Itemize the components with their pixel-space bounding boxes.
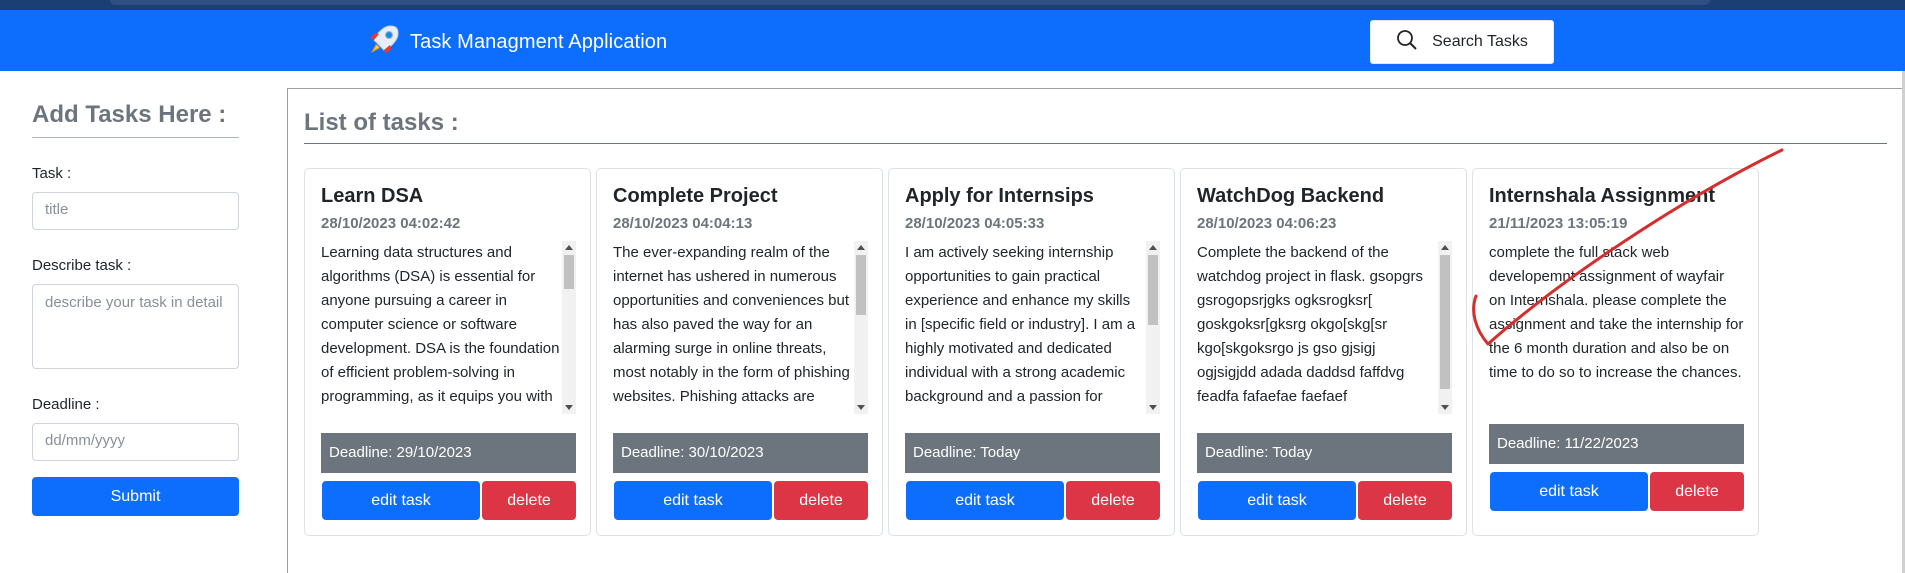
deadline-date-input[interactable]: dd/mm/yyyy bbox=[32, 423, 239, 461]
edit-task-button[interactable]: edit task bbox=[1490, 472, 1648, 511]
task-title: Complete Project bbox=[613, 185, 778, 207]
task-title: WatchDog Backend bbox=[1197, 185, 1385, 207]
delete-task-button[interactable]: delete bbox=[482, 481, 576, 520]
scrollbar-thumb[interactable] bbox=[1148, 255, 1158, 325]
add-task-heading: Add Tasks Here : bbox=[32, 101, 239, 138]
scroll-up-arrow-icon[interactable] bbox=[857, 245, 865, 250]
description-scrollbar[interactable] bbox=[1146, 241, 1160, 414]
task-description[interactable]: The ever-expanding realm of the internet… bbox=[613, 241, 868, 414]
add-task-form: Add Tasks Here : Task : title Describe t… bbox=[32, 101, 239, 516]
description-scrollbar[interactable] bbox=[562, 241, 576, 414]
description-scrollbar[interactable] bbox=[854, 241, 868, 414]
task-description[interactable]: Complete the backend of the watchdog pro… bbox=[1197, 241, 1452, 414]
task-description-textarea[interactable]: describe your task in detail bbox=[32, 284, 239, 369]
task-deadline: Deadline: 11/22/2023 bbox=[1489, 424, 1744, 464]
task-created-date: 28/10/2023 04:02:42 bbox=[321, 215, 461, 232]
scroll-down-arrow-icon[interactable] bbox=[1441, 405, 1449, 410]
task-deadline: Deadline: 30/10/2023 bbox=[613, 433, 868, 473]
delete-task-button[interactable]: delete bbox=[1066, 481, 1160, 520]
task-created-date: 28/10/2023 04:05:33 bbox=[905, 215, 1045, 232]
task-deadline: Deadline: Today bbox=[905, 433, 1160, 473]
brand-title: Task Managment Application bbox=[410, 30, 668, 53]
search-icon bbox=[1396, 29, 1418, 56]
scrollbar-thumb[interactable] bbox=[564, 255, 574, 289]
task-description[interactable]: Learning data structures and algorithms … bbox=[321, 241, 576, 414]
task-description-text: The ever-expanding realm of the internet… bbox=[613, 244, 850, 405]
task-created-date: 28/10/2023 04:06:23 bbox=[1197, 215, 1337, 232]
task-description-text: I am actively seeking internship opportu… bbox=[905, 244, 1136, 414]
task-card: WatchDog Backend 28/10/2023 04:06:23 Com… bbox=[1180, 168, 1467, 536]
scrollbar-thumb[interactable] bbox=[1440, 255, 1450, 389]
edit-task-button[interactable]: edit task bbox=[1198, 481, 1356, 520]
scroll-up-arrow-icon[interactable] bbox=[565, 245, 573, 250]
description-scrollbar[interactable] bbox=[1438, 241, 1452, 414]
rocket-icon bbox=[366, 22, 402, 63]
delete-task-button[interactable]: delete bbox=[774, 481, 868, 520]
task-label: Task : bbox=[32, 165, 72, 182]
scroll-up-arrow-icon[interactable] bbox=[1149, 245, 1157, 250]
task-card: Learn DSA 28/10/2023 04:02:42 Learning d… bbox=[304, 168, 591, 536]
navbar: Task Managment Application Search Tasks bbox=[0, 10, 1905, 71]
edit-task-button[interactable]: edit task bbox=[322, 481, 480, 520]
edit-task-button[interactable]: edit task bbox=[906, 481, 1064, 520]
task-title: Learn DSA bbox=[321, 185, 424, 207]
scroll-up-arrow-icon[interactable] bbox=[1441, 245, 1449, 250]
task-description: complete the full stack web developemnt … bbox=[1489, 241, 1744, 409]
task-created-date: 28/10/2023 04:04:13 bbox=[613, 215, 753, 232]
browser-top-strip bbox=[0, 0, 1905, 10]
task-card: Internshala Assignment 21/11/2023 13:05:… bbox=[1472, 168, 1759, 536]
edit-task-button[interactable]: edit task bbox=[614, 481, 772, 520]
task-title: Internshala Assignment bbox=[1489, 185, 1715, 207]
task-actions: edit task delete bbox=[1490, 472, 1744, 511]
browser-address-bar[interactable] bbox=[110, 0, 1710, 5]
delete-task-button[interactable]: delete bbox=[1650, 472, 1744, 511]
task-description-text: Learning data structures and algorithms … bbox=[321, 244, 560, 414]
task-actions: edit task delete bbox=[1198, 481, 1452, 520]
task-title: Apply for Internsips bbox=[905, 185, 1094, 207]
task-card: Apply for Internsips 28/10/2023 04:05:33… bbox=[888, 168, 1175, 536]
scroll-down-arrow-icon[interactable] bbox=[1149, 405, 1157, 410]
task-actions: edit task delete bbox=[614, 481, 868, 520]
scrollbar-thumb[interactable] bbox=[856, 255, 866, 315]
task-title-input[interactable]: title bbox=[32, 192, 239, 230]
task-list-heading: List of tasks : bbox=[304, 109, 459, 136]
task-deadline: Deadline: 29/10/2023 bbox=[321, 433, 576, 473]
task-created-date: 21/11/2023 13:05:19 bbox=[1489, 215, 1628, 232]
task-description-text: Complete the backend of the watchdog pro… bbox=[1197, 244, 1423, 414]
describe-task-label: Describe task : bbox=[32, 257, 132, 274]
scroll-down-arrow-icon[interactable] bbox=[565, 405, 573, 410]
task-actions: edit task delete bbox=[906, 481, 1160, 520]
heading-divider bbox=[304, 143, 1887, 144]
scroll-down-arrow-icon[interactable] bbox=[857, 405, 865, 410]
brand[interactable]: Task Managment Application bbox=[366, 22, 667, 62]
search-tasks-label: Search Tasks bbox=[1432, 33, 1528, 50]
delete-task-button[interactable]: delete bbox=[1358, 481, 1452, 520]
task-deadline: Deadline: Today bbox=[1197, 433, 1452, 473]
task-description[interactable]: I am actively seeking internship opportu… bbox=[905, 241, 1160, 414]
task-description-text: complete the full stack web developemnt … bbox=[1489, 244, 1744, 381]
submit-button[interactable]: Submit bbox=[32, 477, 239, 516]
deadline-label: Deadline : bbox=[32, 396, 100, 413]
task-actions: edit task delete bbox=[322, 481, 576, 520]
search-tasks-button[interactable]: Search Tasks bbox=[1370, 20, 1554, 64]
task-card: Complete Project 28/10/2023 04:04:13 The… bbox=[596, 168, 883, 536]
